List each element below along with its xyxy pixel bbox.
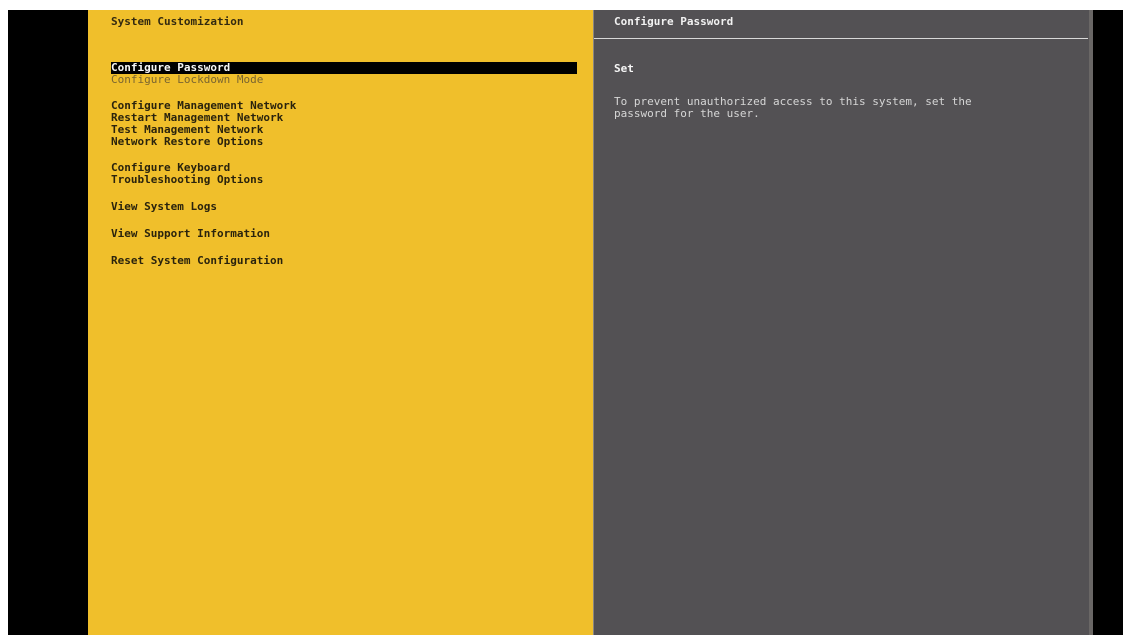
system-customization-panel: System Customization Configure Password …: [88, 10, 593, 635]
password-status: Set: [614, 62, 634, 75]
menu-item-troubleshooting-options[interactable]: Troubleshooting Options: [111, 174, 581, 186]
dcui-screen: System Customization Configure Password …: [8, 10, 1123, 635]
menu-item-network-restore-options[interactable]: Network Restore Options: [111, 136, 581, 148]
title-divider: [594, 38, 1088, 39]
right-panel-edge: [1089, 10, 1093, 635]
menu-item-reset-system-configuration[interactable]: Reset System Configuration: [111, 255, 581, 267]
menu-spacer: [111, 213, 581, 228]
menu-spacer: [111, 148, 581, 162]
menu-item-view-system-logs[interactable]: View System Logs: [111, 201, 581, 213]
menu-item-view-support-information[interactable]: View Support Information: [111, 228, 581, 240]
left-panel-title: System Customization: [111, 15, 244, 28]
menu-spacer: [111, 240, 581, 255]
menu-spacer: [111, 186, 581, 201]
configure-password-detail-panel: Configure Password Set To prevent unauth…: [593, 10, 1090, 635]
menu-item-configure-lockdown-mode[interactable]: Configure Lockdown Mode: [111, 74, 581, 86]
system-customization-menu: Configure Password Configure Lockdown Mo…: [111, 62, 581, 267]
menu-spacer: [111, 86, 581, 100]
description-line: password for the user.: [614, 107, 760, 120]
right-panel-title: Configure Password: [614, 15, 734, 28]
password-description: To prevent unauthorized access to this s…: [614, 96, 1064, 120]
